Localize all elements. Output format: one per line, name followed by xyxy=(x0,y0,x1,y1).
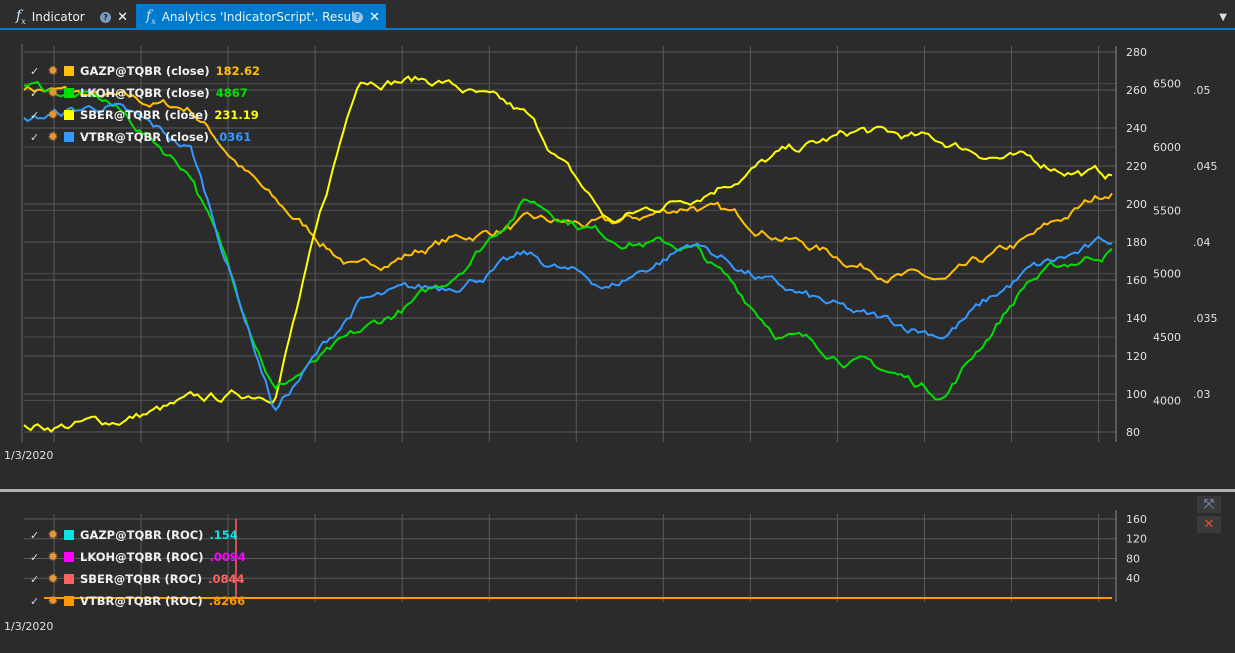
legend-value: 182.62 xyxy=(215,64,261,78)
y-tick-label-left: 220 xyxy=(1126,160,1147,173)
legend-item-lkoh-close[interactable]: ✓ ✹ LKOH@TQBR (close) 4867 xyxy=(30,82,260,104)
legend-label: VTBR@TQBR (close) xyxy=(80,130,209,144)
checkmark-icon[interactable]: ✓ xyxy=(30,595,44,608)
legend-label: LKOH@TQBR (ROC) xyxy=(80,550,204,564)
legend-item-gazp-roc[interactable]: ✓ ✹ GAZP@TQBR (ROC) .154 xyxy=(30,524,246,546)
gear-icon[interactable]: ✹ xyxy=(44,572,62,587)
y-tick-label-left: 100 xyxy=(1126,388,1147,401)
legend-item-lkoh-roc[interactable]: ✓ ✹ LKOH@TQBR (ROC) .0094 xyxy=(30,546,246,568)
y-tick-label-vtbr: .045 xyxy=(1193,160,1218,173)
legend-value: .0094 xyxy=(209,550,246,564)
main-legend: ✓ ✹ GAZP@TQBR (close) 182.62 ✓ ✹ LKOH@TQBR (c… xyxy=(30,60,260,148)
y-tick-label-left: 260 xyxy=(1126,84,1147,97)
y-tick-label-vtbr: .03 xyxy=(1193,388,1211,401)
legend-label: SBER@TQBR (ROC) xyxy=(80,572,203,586)
y-tick-label-left: 140 xyxy=(1126,312,1147,325)
roc-legend: ✓ ✹ GAZP@TQBR (ROC) .154 ✓ ✹ LKOH@TQBR (ROC).… xyxy=(30,524,246,612)
x-axis-date-label: 1/3/2020 xyxy=(4,449,54,462)
y-tick-label-vtbr: .04 xyxy=(1193,236,1211,249)
color-swatch[interactable] xyxy=(64,574,74,584)
gear-icon[interactable]: ✹ xyxy=(44,550,62,565)
y-tick-label-left: 160 xyxy=(1126,274,1147,287)
pane-toolbar: ⤧ ✕ xyxy=(1197,496,1227,536)
legend-value: .0361 xyxy=(214,130,252,144)
color-swatch[interactable] xyxy=(64,110,74,120)
color-swatch[interactable] xyxy=(64,530,74,540)
legend-label: VTBR@TQBR (ROC) xyxy=(80,594,203,608)
legend-value: 4867 xyxy=(215,86,248,100)
y-tick-label-lkoh: 4000 xyxy=(1153,394,1181,407)
y-tick-label-lkoh: 6000 xyxy=(1153,141,1181,154)
legend-label: GAZP@TQBR (close) xyxy=(80,64,210,78)
roc-y-tick-label: 40 xyxy=(1126,572,1140,585)
legend-value: .8266 xyxy=(208,594,246,608)
color-swatch[interactable] xyxy=(64,88,74,98)
roc-y-tick-label: 80 xyxy=(1126,552,1140,565)
legend-item-sber-close[interactable]: ✓ ✹ SBER@TQBR (close) 231.19 xyxy=(30,104,260,126)
checkmark-icon[interactable]: ✓ xyxy=(30,551,44,564)
legend-item-gazp-close[interactable]: ✓ ✹ GAZP@TQBR (close) 182.62 xyxy=(30,60,260,82)
y-tick-label-left: 280 xyxy=(1126,46,1147,59)
y-tick-label-left: 120 xyxy=(1126,350,1147,363)
roc-x-axis-date-label: 1/3/2020 xyxy=(4,620,54,633)
series-line-vtbr xyxy=(23,102,1113,412)
legend-label: LKOH@TQBR (close) xyxy=(80,86,210,100)
color-swatch[interactable] xyxy=(64,132,74,142)
legend-value: 231.19 xyxy=(214,108,259,122)
gear-icon[interactable]: ✹ xyxy=(44,130,62,145)
checkmark-icon[interactable]: ✓ xyxy=(30,573,44,586)
y-tick-label-vtbr: .05 xyxy=(1193,84,1211,97)
y-tick-label-vtbr: .035 xyxy=(1193,312,1218,325)
y-tick-label-lkoh: 6500 xyxy=(1153,78,1181,91)
roc-y-tick-label: 120 xyxy=(1126,533,1147,546)
legend-label: SBER@TQBR (close) xyxy=(80,108,209,122)
gear-icon[interactable]: ✹ xyxy=(44,86,62,101)
checkmark-icon[interactable]: ✓ xyxy=(30,109,44,122)
pane-splitter[interactable] xyxy=(0,489,1235,492)
y-tick-label-lkoh: 5000 xyxy=(1153,268,1181,281)
legend-item-vtbr-close[interactable]: ✓ ✹ VTBR@TQBR (close) .0361 xyxy=(30,126,260,148)
gear-icon[interactable]: ✹ xyxy=(44,108,62,123)
color-swatch[interactable] xyxy=(64,66,74,76)
close-pane-icon[interactable]: ✕ xyxy=(1197,516,1221,533)
y-tick-label-left: 240 xyxy=(1126,122,1147,135)
y-tick-label-lkoh: 5500 xyxy=(1153,204,1181,217)
legend-value: .0844 xyxy=(208,572,245,586)
gear-icon[interactable]: ✹ xyxy=(44,64,62,79)
color-swatch[interactable] xyxy=(64,552,74,562)
y-tick-label-left: 200 xyxy=(1126,198,1147,211)
roc-y-tick-label: 160 xyxy=(1126,513,1147,526)
checkmark-icon[interactable]: ✓ xyxy=(30,529,44,542)
y-tick-label-lkoh: 4500 xyxy=(1153,331,1181,344)
checkmark-icon[interactable]: ✓ xyxy=(30,65,44,78)
y-tick-label-left: 180 xyxy=(1126,236,1147,249)
legend-item-vtbr-roc[interactable]: ✓ ✹ VTBR@TQBR (ROC) .8266 xyxy=(30,590,246,612)
pin-icon[interactable]: ⤧ xyxy=(1197,496,1221,513)
checkmark-icon[interactable]: ✓ xyxy=(30,87,44,100)
checkmark-icon[interactable]: ✓ xyxy=(30,131,44,144)
legend-value: .154 xyxy=(209,528,238,542)
legend-label: GAZP@TQBR (ROC) xyxy=(80,528,204,542)
color-swatch[interactable] xyxy=(64,596,74,606)
gear-icon[interactable]: ✹ xyxy=(44,528,62,543)
y-tick-label-left: 80 xyxy=(1126,426,1140,439)
legend-item-sber-roc[interactable]: ✓ ✹ SBER@TQBR (ROC) .0844 xyxy=(30,568,246,590)
gear-icon[interactable]: ✹ xyxy=(44,594,62,609)
